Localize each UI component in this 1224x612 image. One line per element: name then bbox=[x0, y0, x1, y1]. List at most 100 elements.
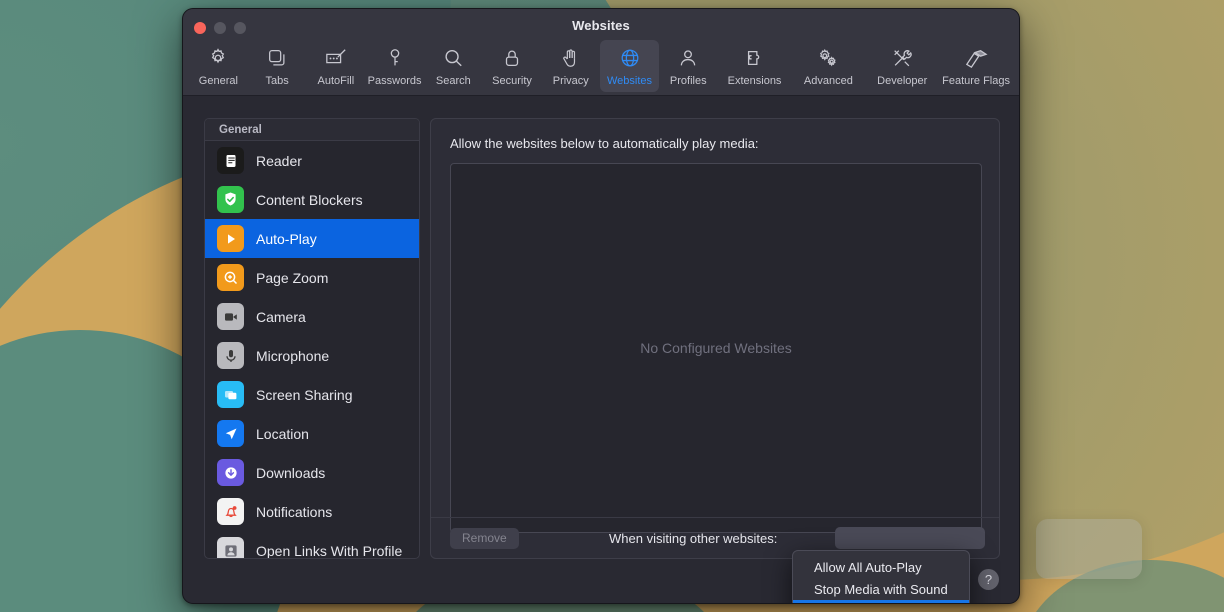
menu-item-stop-media-with-sound[interactable]: Stop Media with Sound bbox=[793, 578, 969, 600]
profile-card-icon bbox=[217, 537, 244, 559]
toolbar-item-advanced[interactable]: Advanced bbox=[791, 40, 865, 92]
menu-item-label: Never Auto-Play bbox=[814, 604, 914, 605]
menu-item-never-auto-play[interactable]: ✓ Never Auto-Play bbox=[793, 600, 969, 604]
toolbar-item-privacy[interactable]: Privacy bbox=[541, 40, 600, 92]
sidebar-item-reader[interactable]: Reader bbox=[205, 141, 419, 180]
sidebar-item-label: Auto-Play bbox=[256, 231, 317, 247]
globe-icon bbox=[619, 45, 641, 71]
menu-item-allow-all-auto-play[interactable]: Allow All Auto-Play bbox=[793, 556, 969, 578]
auto-play-pane: Allow the websites below to automaticall… bbox=[430, 118, 1000, 559]
sidebar-item-label: Screen Sharing bbox=[256, 387, 353, 403]
window-title: Websites bbox=[183, 18, 1019, 34]
screen-sharing-icon bbox=[217, 381, 244, 408]
search-icon bbox=[442, 45, 464, 71]
sidebar-item-label: Microphone bbox=[256, 348, 329, 364]
sidebar-item-label: Open Links With Profile bbox=[256, 543, 402, 559]
microphone-icon bbox=[217, 342, 244, 369]
download-icon bbox=[217, 459, 244, 486]
remove-button[interactable]: Remove bbox=[450, 528, 519, 549]
toolbar-item-extensions[interactable]: Extensions bbox=[718, 40, 792, 92]
toolbar-item-developer[interactable]: Developer bbox=[865, 40, 939, 92]
sidebar-item-auto-play[interactable]: Auto-Play bbox=[205, 219, 419, 258]
reader-icon bbox=[217, 147, 244, 174]
pane-title: Allow the websites below to automaticall… bbox=[431, 119, 999, 151]
toolbar-item-search[interactable]: Search bbox=[424, 40, 483, 92]
shield-check-icon bbox=[217, 186, 244, 213]
background-window-panel[interactable] bbox=[1036, 519, 1142, 579]
toolbar-label: Search bbox=[436, 75, 471, 87]
sidebar-list: Reader Content Blockers Auto-Play bbox=[205, 141, 419, 559]
toolbar-label: Feature Flags bbox=[942, 75, 1010, 87]
play-icon bbox=[217, 225, 244, 252]
flags-icon bbox=[963, 45, 989, 71]
minimize-button[interactable] bbox=[214, 22, 226, 34]
sidebar-item-page-zoom[interactable]: Page Zoom bbox=[205, 258, 419, 297]
preferences-toolbar: General Tabs bbox=[183, 34, 1019, 92]
toolbar-label: Privacy bbox=[553, 75, 589, 87]
tabs-icon bbox=[266, 45, 288, 71]
empty-state-text: No Configured Websites bbox=[640, 340, 791, 356]
puzzle-icon bbox=[744, 45, 766, 71]
hand-icon bbox=[560, 45, 582, 71]
bell-icon bbox=[217, 498, 244, 525]
toolbar-item-feature-flags[interactable]: Feature Flags bbox=[939, 40, 1013, 92]
location-arrow-icon bbox=[217, 420, 244, 447]
visit-other-websites-label: When visiting other websites: bbox=[609, 531, 777, 546]
toolbar-label: General bbox=[199, 75, 238, 87]
toolbar-label: Tabs bbox=[265, 75, 288, 87]
toolbar-label: Security bbox=[492, 75, 532, 87]
sidebar-item-notifications[interactable]: Notifications bbox=[205, 492, 419, 531]
toolbar-label: Websites bbox=[607, 75, 652, 87]
sidebar-item-label: Downloads bbox=[256, 465, 325, 481]
toolbar-label: Developer bbox=[877, 75, 927, 87]
autofill-icon bbox=[324, 45, 348, 71]
sidebar-item-camera[interactable]: Camera bbox=[205, 297, 419, 336]
toolbar-item-passwords[interactable]: Passwords bbox=[365, 40, 424, 92]
toolbar-label: Extensions bbox=[728, 75, 782, 87]
sidebar-section-header: General bbox=[205, 119, 419, 141]
lock-icon bbox=[501, 45, 523, 71]
sidebar-item-label: Reader bbox=[256, 153, 302, 169]
toolbar-label: AutoFill bbox=[317, 75, 354, 87]
window-body: General Reader Content Blockers bbox=[183, 96, 1019, 604]
toolbar-item-general[interactable]: General bbox=[189, 40, 248, 92]
toolbar-label: Passwords bbox=[368, 75, 422, 87]
toolbar-item-profiles[interactable]: Profiles bbox=[659, 40, 718, 92]
sidebar-item-downloads[interactable]: Downloads bbox=[205, 453, 419, 492]
sidebar-item-content-blockers[interactable]: Content Blockers bbox=[205, 180, 419, 219]
toolbar-item-security[interactable]: Security bbox=[483, 40, 542, 92]
toolbar-label: Advanced bbox=[804, 75, 853, 87]
auto-play-popup-menu[interactable]: Allow All Auto-Play Stop Media with Soun… bbox=[792, 550, 970, 604]
menu-item-label: Stop Media with Sound bbox=[814, 582, 948, 597]
key-icon bbox=[384, 45, 406, 71]
gears-icon bbox=[816, 45, 840, 71]
sidebar-item-label: Notifications bbox=[256, 504, 332, 520]
close-button[interactable] bbox=[194, 22, 206, 34]
toolbar-item-tabs[interactable]: Tabs bbox=[248, 40, 307, 92]
magnifier-plus-icon bbox=[217, 264, 244, 291]
sidebar-item-microphone[interactable]: Microphone bbox=[205, 336, 419, 375]
toolbar-item-websites[interactable]: Websites bbox=[600, 40, 659, 92]
camera-icon bbox=[217, 303, 244, 330]
sidebar-item-open-links-with-profile[interactable]: Open Links With Profile bbox=[205, 531, 419, 559]
sidebar-item-location[interactable]: Location bbox=[205, 414, 419, 453]
menu-item-label: Allow All Auto-Play bbox=[814, 560, 922, 575]
zoom-button[interactable] bbox=[234, 22, 246, 34]
configured-websites-list[interactable]: No Configured Websites bbox=[450, 163, 982, 533]
person-icon bbox=[677, 45, 699, 71]
sidebar-item-label: Location bbox=[256, 426, 309, 442]
window-chrome: Websites General Tabs bbox=[183, 9, 1019, 96]
toolbar-label: Profiles bbox=[670, 75, 707, 87]
sidebar-item-label: Page Zoom bbox=[256, 270, 328, 286]
gear-icon bbox=[207, 45, 229, 71]
auto-play-select[interactable] bbox=[835, 527, 985, 549]
traffic-lights bbox=[194, 22, 246, 34]
help-button[interactable]: ? bbox=[978, 569, 999, 590]
tools-icon bbox=[890, 45, 914, 71]
settings-window: Websites General Tabs bbox=[182, 8, 1020, 604]
sidebar-item-label: Camera bbox=[256, 309, 306, 325]
toolbar-item-autofill[interactable]: AutoFill bbox=[306, 40, 365, 92]
sidebar-item-label: Content Blockers bbox=[256, 192, 363, 208]
websites-sidebar: General Reader Content Blockers bbox=[204, 118, 420, 559]
sidebar-item-screen-sharing[interactable]: Screen Sharing bbox=[205, 375, 419, 414]
